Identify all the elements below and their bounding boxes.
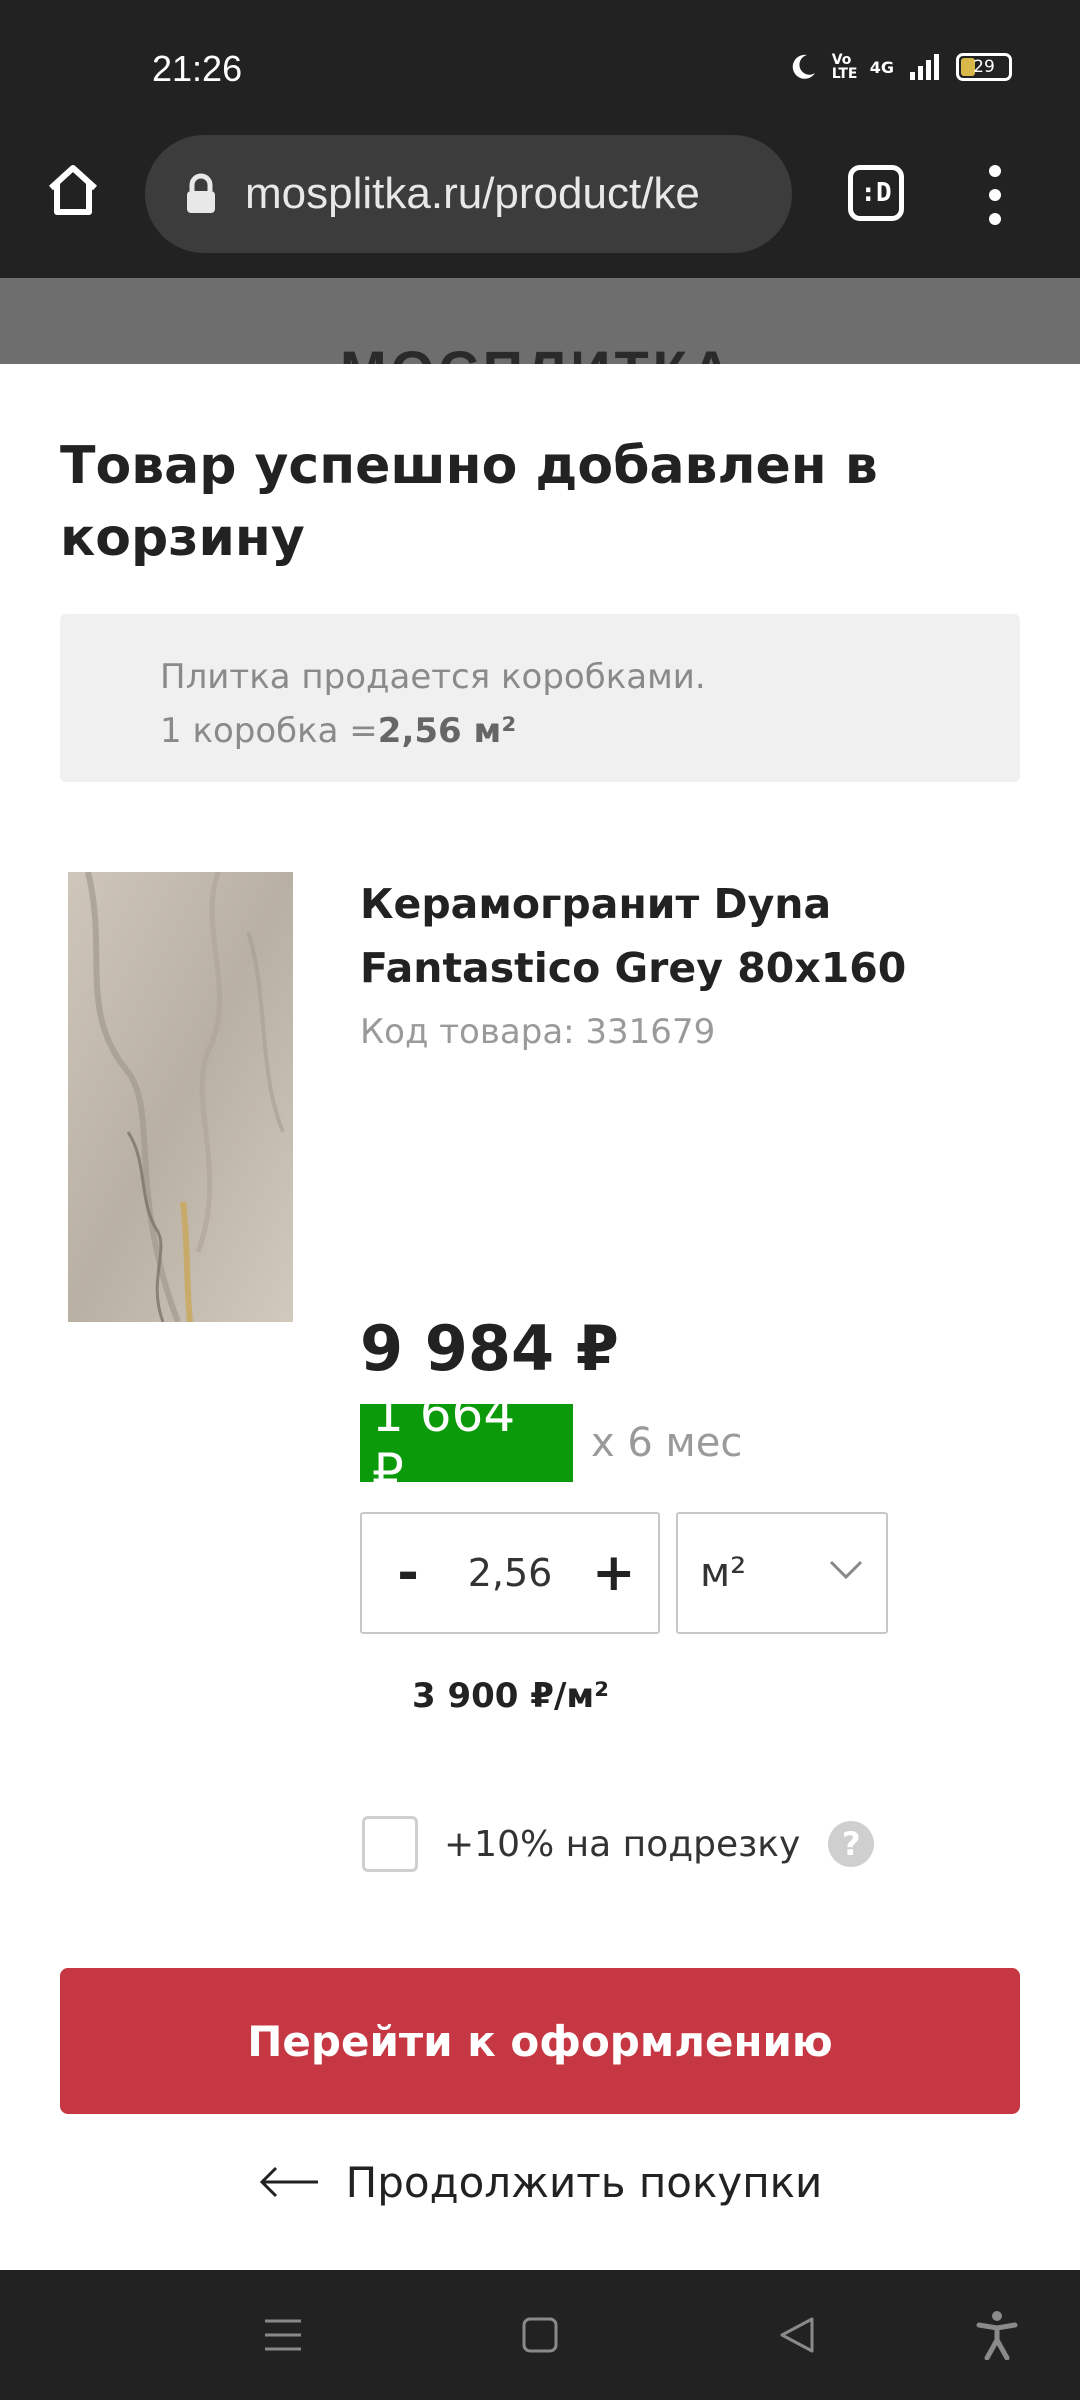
accessibility-button[interactable] — [972, 2310, 1022, 2360]
box-notice: Плитка продается коробками. 1 коробка =2… — [60, 614, 1020, 782]
menu-dot-icon — [989, 213, 1001, 225]
background-page-header: МОСПЛИТКА — [0, 278, 1080, 364]
increase-quantity-button[interactable]: + — [592, 1543, 636, 1603]
system-nav-bar — [0, 2270, 1080, 2400]
status-time: 21:26 — [152, 48, 243, 89]
home-nav-button[interactable] — [515, 2310, 565, 2360]
tab-switcher-button[interactable]: :D — [848, 165, 904, 221]
recent-apps-button[interactable] — [258, 2310, 308, 2360]
product-price: 9 984 ₽ — [360, 1312, 619, 1385]
site-logo: МОСПЛИТКА — [340, 338, 735, 364]
notice-value: 2,56 м² — [377, 711, 517, 751]
address-bar[interactable]: mosplitka.ru/product/ke — [145, 135, 792, 253]
accessibility-icon — [976, 2311, 1018, 2360]
decrease-quantity-button[interactable]: - — [388, 1543, 428, 1603]
back-nav-button[interactable] — [772, 2310, 822, 2360]
back-triangle-icon — [780, 2317, 814, 2353]
product-image — [68, 872, 293, 1322]
product-code: Код товара: 331679 — [360, 1012, 716, 1052]
arrow-left-icon — [259, 2166, 318, 2198]
volte-label: Vo LTE — [831, 52, 858, 82]
chevron-down-icon — [829, 1560, 863, 1580]
square-icon — [522, 2317, 558, 2353]
signal-icon — [910, 54, 939, 80]
more-options-button[interactable] — [975, 165, 1015, 225]
menu-lines-icon — [265, 2319, 301, 2351]
checkout-button[interactable]: Перейти к оформлению — [60, 1968, 1020, 2114]
url-text: mosplitka.ru/product/ke — [245, 169, 700, 218]
quantity-stepper: - 2,56 + — [360, 1512, 660, 1634]
home-button[interactable] — [38, 155, 108, 225]
unit-select-value: м² — [700, 1550, 747, 1596]
notice-line-1: Плитка продается коробками. — [160, 657, 706, 697]
status-bar: 21:26 Vo LTE 4G 29 — [0, 0, 1080, 135]
browser-toolbar: mosplitka.ru/product/ke :D — [0, 135, 1080, 278]
unit-select[interactable]: м² — [676, 1512, 888, 1634]
continue-shopping-link[interactable]: Продолжить покупки — [0, 2142, 1080, 2222]
installment-offer: 1 664 ₽ x 6 мес — [360, 1385, 743, 1501]
menu-dot-icon — [989, 189, 1001, 201]
quantity-value[interactable]: 2,56 — [468, 1551, 553, 1595]
cut-option-label[interactable]: +10% на подрезку — [444, 1824, 800, 1865]
menu-dot-icon — [989, 165, 1001, 177]
product-name[interactable]: Керамогранит Dyna Fantastico Grey 80x160 — [360, 872, 1000, 1000]
status-icons: Vo LTE 4G 29 — [788, 52, 1012, 82]
notice-prefix: 1 коробка = — [160, 711, 378, 751]
help-icon[interactable]: ? — [828, 1821, 875, 1867]
moon-icon — [792, 54, 815, 79]
continue-shopping-label: Продолжить покупки — [345, 2157, 823, 2207]
installment-badge: 1 664 ₽ — [360, 1385, 573, 1501]
cut-option-row: +10% на подрезку ? — [362, 1816, 875, 1872]
battery-percent: 29 — [973, 57, 995, 77]
added-to-cart-modal: Товар успешно добавлен в корзину Плитка … — [0, 364, 1080, 2270]
lock-icon — [183, 172, 219, 216]
notice-line-2: 1 коробка =2,56 м² — [160, 704, 1020, 758]
installment-term: x 6 мес — [591, 1420, 743, 1466]
home-icon — [48, 165, 98, 215]
unit-price: 3 900 ₽/м² — [412, 1676, 610, 1716]
cut-option-checkbox[interactable] — [362, 1816, 418, 1872]
modal-title: Товар успешно добавлен в корзину — [60, 436, 878, 568]
network-type-label: 4G — [869, 57, 894, 77]
battery-icon: 29 — [956, 53, 1012, 81]
